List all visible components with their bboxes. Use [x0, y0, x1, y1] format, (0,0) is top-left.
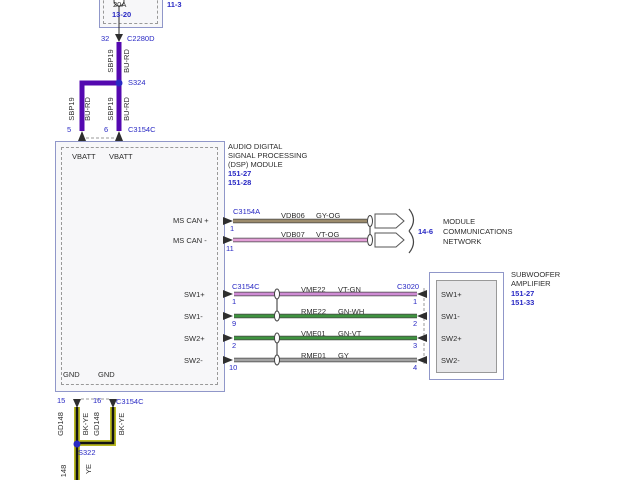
amp-pin-sw: SW2+	[441, 334, 462, 343]
connector-c3154c-gnd: C3154C	[116, 397, 144, 406]
module-pin-gnd: GND	[63, 370, 80, 379]
amp-page-ref: 151-33	[511, 298, 534, 307]
connector-c2280d: C2280D	[127, 34, 155, 43]
twist-ring	[275, 311, 280, 321]
pin-arrow-gnd-15	[73, 399, 81, 408]
wire-color-label: BU-RD	[122, 92, 132, 126]
module-title-line: (DSP) MODULE	[228, 160, 283, 169]
wire-color-label: BK-YE	[117, 407, 127, 441]
amp-pin-sw: SW1+	[441, 290, 462, 299]
pin-number: 1	[413, 297, 417, 306]
wire-color-label: GY	[338, 351, 349, 360]
module-pin-sw: SW2+	[184, 334, 205, 343]
connector-c3154c-top: C3154C	[128, 125, 156, 134]
fuse-page-ref: 11-3	[167, 0, 182, 9]
wire-color-label: BU-RD	[122, 44, 132, 78]
module-pin-vbatt: VBATT	[109, 152, 133, 161]
circuit-label: SBP19	[106, 92, 116, 126]
circuit-label: VME22	[301, 285, 326, 294]
circuit-label: SBP19	[106, 44, 116, 78]
twist-ring	[275, 333, 280, 343]
connector-c3154c-sw: C3154C	[232, 282, 260, 291]
network-connector-symbol	[375, 233, 404, 247]
amp-pin-sw: SW2-	[441, 356, 460, 365]
network-label-line: NETWORK	[443, 237, 481, 246]
pin-arrow-amp-3	[417, 334, 427, 342]
amp-pin-sw: SW1-	[441, 312, 460, 321]
module-pin-sw: SW1-	[184, 312, 203, 321]
pin-number: 1	[232, 297, 236, 306]
splice-s324: S324	[128, 78, 146, 87]
circuit-label: RME22	[301, 307, 326, 316]
circuit-label: VDB07	[281, 230, 305, 239]
pin-number-6: 6	[104, 125, 108, 134]
pin-number: 4	[413, 363, 417, 372]
circuit-label: VME01	[301, 329, 326, 338]
wire-color-label: GN-WH	[338, 307, 364, 316]
module-title-line: AUDIO DIGITAL	[228, 142, 282, 151]
module-pin-mscan-minus: MS CAN -	[173, 236, 207, 245]
module-pin-mscan-plus: MS CAN +	[173, 216, 209, 225]
twist-ring	[275, 289, 280, 299]
wire-color-label: BU-RD	[83, 92, 93, 126]
amp-title-line: SUBWOOFER	[511, 270, 560, 279]
twist-ring	[368, 216, 373, 227]
fuse-rating: 20A	[113, 0, 126, 9]
network-connector-symbol	[375, 214, 404, 228]
wiring-diagram: 20A 13-20 11-3 32 C2280D SBP19 BU-RD S32…	[0, 0, 640, 480]
pin-number: 2	[232, 341, 236, 350]
pin-arrow-amp-4	[417, 356, 427, 364]
pin-number: 9	[232, 319, 236, 328]
wire-color-label: BK-YE	[81, 407, 91, 441]
pin-arrow-vbatt-5	[78, 131, 86, 141]
connector-c3020: C3020	[397, 282, 419, 291]
module-title-line: SIGNAL PROCESSING	[228, 151, 307, 160]
pin-number-5: 5	[67, 125, 71, 134]
circuit-label-cut: 148	[59, 454, 69, 480]
circuit-label: SBP19	[67, 92, 77, 126]
wire-color-label: GY-OG	[316, 211, 340, 220]
splice-s322-dot	[74, 441, 81, 448]
wire-color-label-cut: YE	[84, 452, 94, 480]
amp-title-line: AMPLIFIER	[511, 279, 551, 288]
amp-page-ref: 151-27	[511, 289, 534, 298]
pin-arrow-c2280d	[115, 34, 123, 42]
pin-arrow-amp-2	[417, 312, 427, 320]
twist-ring	[275, 355, 280, 365]
module-page-ref: 151-28	[228, 178, 251, 187]
circuit-label: RME01	[301, 351, 326, 360]
circuit-label: GD148	[56, 407, 66, 441]
pin-number: 10	[229, 363, 237, 372]
pin-arrow-amp-1	[417, 290, 427, 298]
pin-number: 1	[230, 224, 234, 233]
network-page-ref: 14-6	[418, 227, 433, 236]
module-pin-vbatt: VBATT	[72, 152, 96, 161]
module-pin-sw: SW2-	[184, 356, 203, 365]
wire-color-label: VT-OG	[316, 230, 339, 239]
connector-c3154a: C3154A	[233, 207, 260, 216]
circuit-label: VDB06	[281, 211, 305, 220]
pin-number-16: 16	[93, 396, 101, 405]
pin-number-32: 32	[101, 34, 109, 43]
wire-color-label: GN-VT	[338, 329, 361, 338]
pin-number: 2	[413, 319, 417, 328]
wire-color-label: VT-GN	[338, 285, 361, 294]
twist-ring	[368, 235, 373, 246]
pin-number: 11	[226, 244, 234, 253]
pin-number-15: 15	[57, 396, 65, 405]
network-brace	[409, 209, 414, 253]
pin-number: 3	[413, 341, 417, 350]
splice-s324-dot	[116, 80, 123, 87]
network-label-line: MODULE	[443, 217, 475, 226]
pin-arrow-mscan-minus	[223, 236, 233, 244]
module-pin-sw: SW1+	[184, 290, 205, 299]
module-page-ref: 151-27	[228, 169, 251, 178]
module-pin-gnd: GND	[98, 370, 115, 379]
circuit-label: GD148	[92, 407, 102, 441]
pin-arrow-vbatt-6	[115, 131, 123, 141]
network-label-line: COMMUNICATIONS	[443, 227, 512, 236]
fuse-ref: 13-20	[112, 10, 131, 19]
